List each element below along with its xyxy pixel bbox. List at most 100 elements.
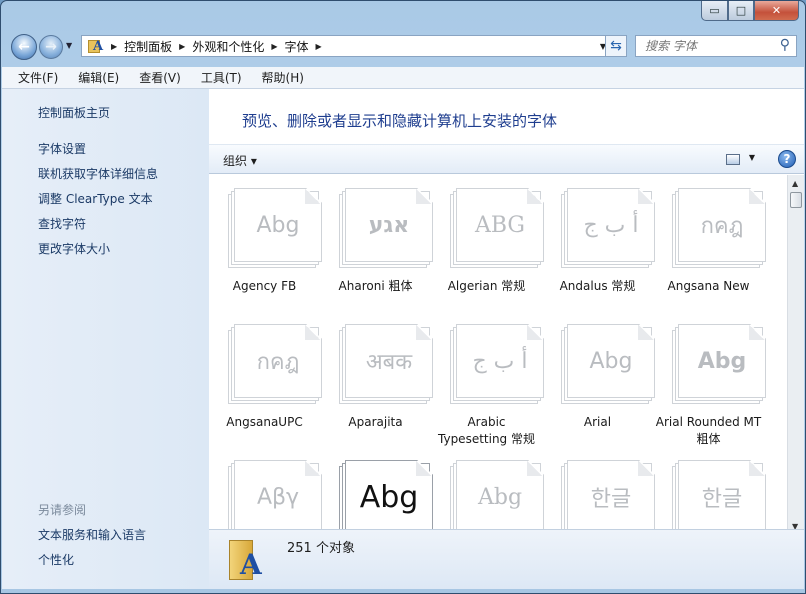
- font-preview-icon: Abg: [561, 324, 655, 404]
- chevron-right-icon[interactable]: ▶: [111, 42, 117, 51]
- chevron-right-icon[interactable]: ▶: [271, 42, 277, 51]
- font-name-label: Arabic Typesetting 常规: [438, 415, 535, 446]
- sidebar-link-find-character[interactable]: 查找字符: [38, 215, 86, 232]
- sidebar-link-personalization[interactable]: 个性化: [38, 551, 74, 568]
- menu-file[interactable]: 文件(F): [8, 69, 68, 86]
- minimize-icon: ▭: [709, 4, 720, 17]
- font-preview-icon: Abg: [450, 460, 544, 535]
- view-dropdown-icon[interactable]: ▼: [749, 153, 755, 162]
- sidebar-link-text-services[interactable]: 文本服务和输入语言: [38, 526, 146, 543]
- font-preview-icon: 한글: [561, 460, 655, 535]
- menu-edit[interactable]: 编辑(E): [68, 69, 129, 86]
- font-preview-icon: Abg: [672, 324, 766, 404]
- font-tile[interactable]: กคฎ AngsanaUPC: [209, 311, 322, 447]
- chevron-right-icon[interactable]: ▶: [179, 42, 185, 51]
- font-tile[interactable]: Αβγ: [209, 447, 322, 535]
- font-grid: Abg Agency FB אגע Aharoni 粗体 ABG Algerian 常规 أ…: [209, 175, 787, 535]
- font-tile[interactable]: أ ب ج Andalus 常规: [542, 175, 655, 311]
- minimize-button[interactable]: ▭: [701, 1, 728, 21]
- font-sample-glyph: กคฎ: [700, 213, 744, 239]
- fonts-window: ▭ □ ✕ ← → ▼ A ▶ 控制面板 ▶ 外观和个性化 ▶ 字体 ▶ ▼ ⇆…: [0, 0, 806, 594]
- font-tile[interactable]: 한글: [653, 447, 766, 535]
- font-tile[interactable]: अबक Aparajita: [320, 311, 433, 447]
- font-preview-icon: 한글: [672, 460, 766, 535]
- font-sample-glyph: Αβγ: [256, 484, 300, 510]
- back-button[interactable]: ←: [11, 34, 37, 60]
- maximize-button[interactable]: □: [728, 1, 754, 21]
- font-tile[interactable]: Abg Arial Rounded MT 粗体: [653, 311, 766, 447]
- sidebar-link-online-font-info[interactable]: 联机获取字体详细信息: [38, 165, 158, 182]
- font-preview-icon: Abg: [339, 460, 433, 535]
- back-arrow-icon: ←: [18, 39, 30, 55]
- breadcrumb-fonts[interactable]: 字体: [285, 38, 309, 55]
- fonts-folder-icon: A: [229, 536, 269, 582]
- sidebar-link-change-font-size[interactable]: 更改字体大小: [38, 240, 110, 257]
- font-preview-icon: กคฎ: [228, 324, 322, 404]
- font-name-label: Aparajita: [348, 415, 403, 429]
- font-tile[interactable]: Abg: [320, 447, 433, 535]
- fonts-folder-icon: A: [88, 38, 104, 54]
- breadcrumb-appearance[interactable]: 外观和个性化: [192, 38, 264, 55]
- forward-arrow-icon: →: [45, 39, 57, 55]
- vertical-scrollbar[interactable]: ▲ ▼: [787, 175, 804, 535]
- menu-bar: 文件(F) 编辑(E) 查看(V) 工具(T) 帮助(H): [2, 67, 804, 89]
- scroll-thumb[interactable]: [790, 192, 802, 208]
- font-tile[interactable]: กคฎ Angsana New: [653, 175, 766, 311]
- font-preview-icon: กคฎ: [672, 188, 766, 268]
- font-preview-icon: ABG: [450, 188, 544, 268]
- recent-pages-dropdown[interactable]: ▼: [66, 41, 72, 50]
- chevron-right-icon[interactable]: ▶: [316, 42, 322, 51]
- breadcrumb-control-panel[interactable]: 控制面板: [124, 38, 172, 55]
- font-sample-glyph: أ ب ج: [583, 212, 639, 238]
- navigation-bar: ← → ▼ A ▶ 控制面板 ▶ 外观和个性化 ▶ 字体 ▶ ▼ ⇆ ⚲: [9, 33, 797, 61]
- font-tile[interactable]: 한글: [542, 447, 655, 535]
- refresh-button[interactable]: ⇆: [605, 35, 627, 57]
- menu-tools[interactable]: 工具(T): [191, 69, 252, 86]
- menu-view[interactable]: 查看(V): [129, 69, 191, 86]
- address-bar[interactable]: A ▶ 控制面板 ▶ 外观和个性化 ▶ 字体 ▶ ▼: [81, 35, 613, 57]
- font-name-label: Andalus 常规: [559, 279, 636, 293]
- page-title: 预览、删除或者显示和隐藏计算机上安装的字体: [242, 112, 558, 130]
- help-button[interactable]: ?: [778, 150, 796, 168]
- font-sample-glyph: अबक: [365, 350, 413, 375]
- font-tile[interactable]: أ ب ج Arabic Typesetting 常规: [431, 311, 544, 447]
- view-options-icon[interactable]: [726, 154, 740, 165]
- font-preview-icon: अबक: [339, 324, 433, 404]
- scroll-up-icon[interactable]: ▲: [792, 179, 798, 188]
- font-name-label: Agency FB: [232, 279, 297, 293]
- search-box[interactable]: ⚲: [635, 35, 797, 57]
- font-preview-icon: أ ب ج: [450, 324, 544, 404]
- font-tile[interactable]: Abg Arial: [542, 311, 655, 447]
- sidebar-link-control-panel-home[interactable]: 控制面板主页: [38, 104, 110, 121]
- font-preview-icon: Abg: [228, 188, 322, 268]
- font-sample-glyph: ABG: [474, 212, 526, 238]
- close-button[interactable]: ✕: [754, 1, 799, 21]
- search-input[interactable]: [645, 39, 775, 53]
- font-name-label: AngsanaUPC: [226, 415, 303, 429]
- window-controls: ▭ □ ✕: [701, 1, 799, 21]
- maximize-icon: □: [735, 4, 747, 17]
- sidebar-link-font-settings[interactable]: 字体设置: [38, 140, 86, 157]
- font-preview-icon: אגע: [339, 188, 433, 268]
- font-name-label: Angsana New: [667, 279, 750, 293]
- item-count: 251 个对象: [287, 541, 355, 556]
- font-sample-glyph: Abg: [256, 212, 300, 238]
- font-sample-glyph: 한글: [701, 487, 743, 512]
- close-icon: ✕: [771, 4, 782, 17]
- font-sample-glyph: אגע: [368, 212, 410, 238]
- sidebar-link-cleartype[interactable]: 调整 ClearType 文本: [38, 190, 153, 207]
- command-bar: 组织 ▾ ▼ ?: [209, 144, 804, 174]
- forward-button[interactable]: →: [39, 35, 63, 59]
- font-tile[interactable]: Abg Agency FB: [209, 175, 322, 311]
- organize-button[interactable]: 组织 ▾: [223, 152, 257, 169]
- search-icon[interactable]: ⚲: [780, 37, 790, 53]
- font-name-label: Arial: [583, 415, 612, 429]
- font-tile[interactable]: Abg: [431, 447, 544, 535]
- font-sample-glyph: أ ب ج: [472, 348, 528, 374]
- font-tile[interactable]: אגע Aharoni 粗体: [320, 175, 433, 311]
- font-tile[interactable]: ABG Algerian 常规: [431, 175, 544, 311]
- task-pane: 控制面板主页 字体设置 联机获取字体详细信息 调整 ClearType 文本 查…: [2, 89, 209, 589]
- font-preview-icon: Αβγ: [228, 460, 322, 535]
- menu-help[interactable]: 帮助(H): [252, 69, 314, 86]
- font-sample-glyph: Abg: [589, 348, 633, 374]
